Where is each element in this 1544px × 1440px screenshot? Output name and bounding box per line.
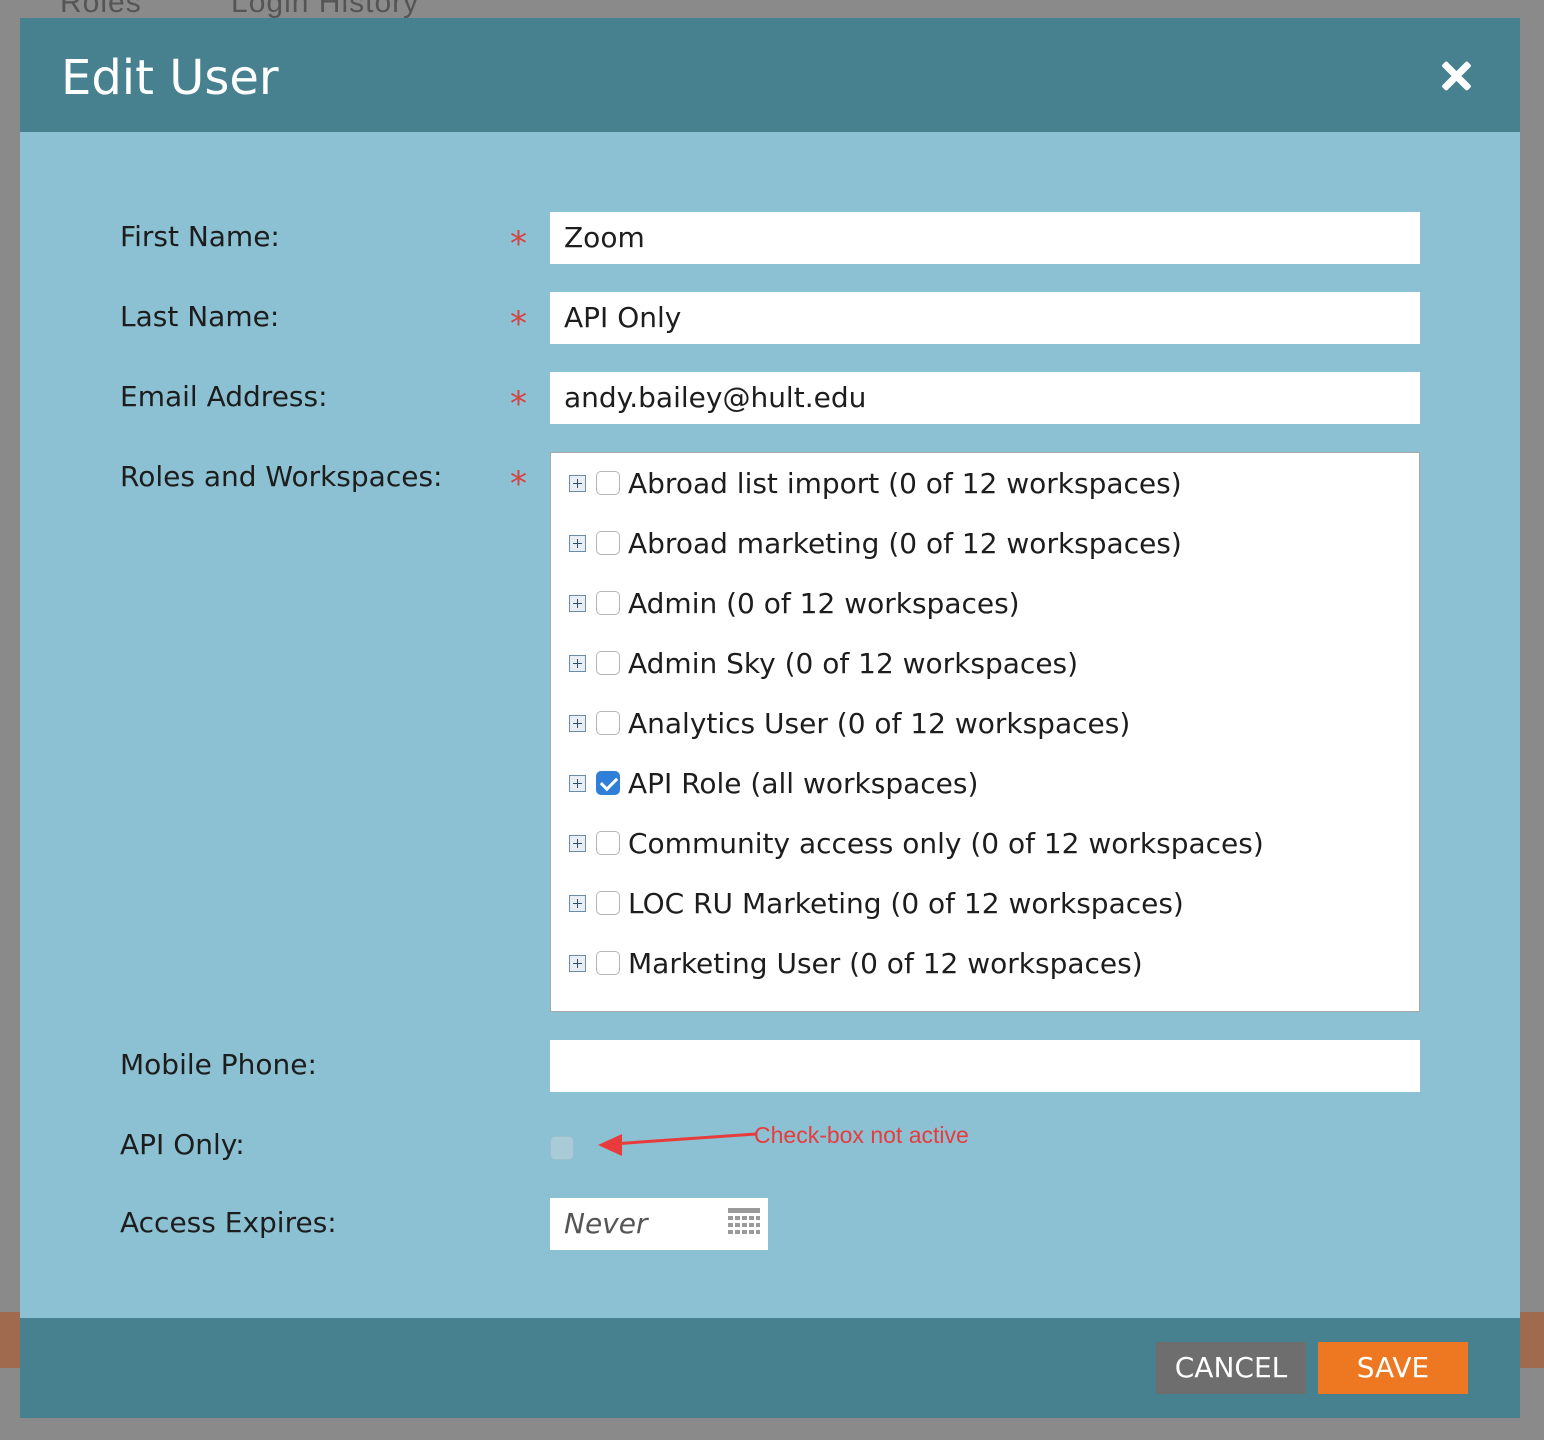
role-label: Analytics User (0 of 12 workspaces) [628, 706, 1131, 740]
expand-plus-icon[interactable] [569, 714, 586, 732]
role-checkbox[interactable] [596, 651, 620, 675]
modal-title: Edit User [61, 50, 279, 106]
role-checkbox-checked[interactable] [596, 771, 620, 795]
role-item[interactable]: Abroad marketing (0 of 12 workspaces) [569, 523, 1182, 563]
email-required-icon: * [510, 384, 527, 424]
role-label: Abroad list import (0 of 12 workspaces) [628, 466, 1182, 500]
last-name-label: Last Name: [120, 300, 280, 333]
role-label: Community access only (0 of 12 workspace… [628, 826, 1264, 860]
role-label: Abroad marketing (0 of 12 workspaces) [628, 526, 1182, 560]
role-item[interactable]: Admin (0 of 12 workspaces) [569, 583, 1020, 623]
access-expires-input[interactable]: Never [550, 1198, 768, 1250]
role-checkbox[interactable] [596, 711, 620, 735]
expand-plus-icon[interactable] [569, 594, 586, 612]
role-item[interactable]: Community access only (0 of 12 workspace… [569, 823, 1264, 863]
role-label: Marketing User (0 of 12 workspaces) [628, 946, 1143, 980]
api-only-checkbox[interactable] [550, 1136, 574, 1160]
role-label: Admin Sky (0 of 12 workspaces) [628, 646, 1079, 680]
annotation-arrow-icon [598, 1132, 757, 1156]
role-checkbox[interactable] [596, 891, 620, 915]
role-checkbox[interactable] [596, 471, 620, 495]
role-item[interactable]: Abroad list import (0 of 12 workspaces) [569, 463, 1182, 503]
role-item[interactable]: API Role (all workspaces) [569, 763, 978, 803]
role-label: LOC RU Marketing (0 of 12 workspaces) [628, 886, 1184, 920]
role-checkbox[interactable] [596, 591, 620, 615]
annotation-text: Check-box not active [754, 1122, 969, 1148]
calendar-icon[interactable] [728, 1208, 760, 1238]
role-item[interactable]: Marketing User (0 of 12 workspaces) [569, 943, 1143, 983]
roles-required-icon: * [510, 464, 527, 504]
background-tab-login-history: Login History [231, 0, 420, 19]
first-name-label: First Name: [120, 220, 280, 253]
mobile-phone-input[interactable] [550, 1040, 1420, 1092]
expand-plus-icon[interactable] [569, 954, 586, 972]
expand-plus-icon[interactable] [569, 534, 586, 552]
role-item[interactable]: Analytics User (0 of 12 workspaces) [569, 703, 1130, 743]
save-button[interactable]: SAVE [1318, 1342, 1468, 1394]
last-name-input[interactable]: API Only [550, 292, 1420, 344]
expand-plus-icon[interactable] [569, 834, 586, 852]
last-name-required-icon: * [510, 304, 527, 344]
role-label: API Role (all workspaces) [628, 766, 979, 800]
role-checkbox[interactable] [596, 951, 620, 975]
role-checkbox[interactable] [596, 831, 620, 855]
first-name-input[interactable]: Zoom [550, 212, 1420, 264]
api-only-label: API Only: [120, 1128, 245, 1161]
background-tab-roles: Roles [60, 0, 142, 19]
mobile-phone-label: Mobile Phone: [120, 1048, 317, 1081]
background-tabs: Roles Login History [60, 0, 499, 20]
email-label: Email Address: [120, 380, 328, 413]
role-checkbox[interactable] [596, 531, 620, 555]
access-expires-placeholder: Never [564, 1207, 648, 1240]
expand-plus-icon[interactable] [569, 654, 586, 672]
role-item[interactable]: Admin Sky (0 of 12 workspaces) [569, 643, 1078, 683]
email-input[interactable]: andy.bailey@hult.edu [550, 372, 1420, 424]
access-expires-label: Access Expires: [120, 1206, 337, 1239]
close-icon[interactable] [1438, 58, 1474, 94]
role-label: Admin (0 of 12 workspaces) [628, 586, 1020, 620]
edit-user-modal: Edit User First Name: * Zoom Last Name: … [20, 18, 1520, 1418]
role-item[interactable]: LOC RU Marketing (0 of 12 workspaces) [569, 883, 1184, 923]
first-name-required-icon: * [510, 224, 527, 264]
roles-list[interactable]: Abroad list import (0 of 12 workspaces) … [550, 452, 1420, 1012]
expand-plus-icon[interactable] [569, 894, 586, 912]
expand-plus-icon[interactable] [569, 474, 586, 492]
cancel-button[interactable]: CANCEL [1156, 1342, 1306, 1394]
modal-header: Edit User [20, 18, 1520, 132]
modal-footer: CANCEL SAVE [20, 1318, 1520, 1418]
expand-plus-icon[interactable] [569, 774, 586, 792]
roles-label: Roles and Workspaces: [120, 460, 443, 493]
